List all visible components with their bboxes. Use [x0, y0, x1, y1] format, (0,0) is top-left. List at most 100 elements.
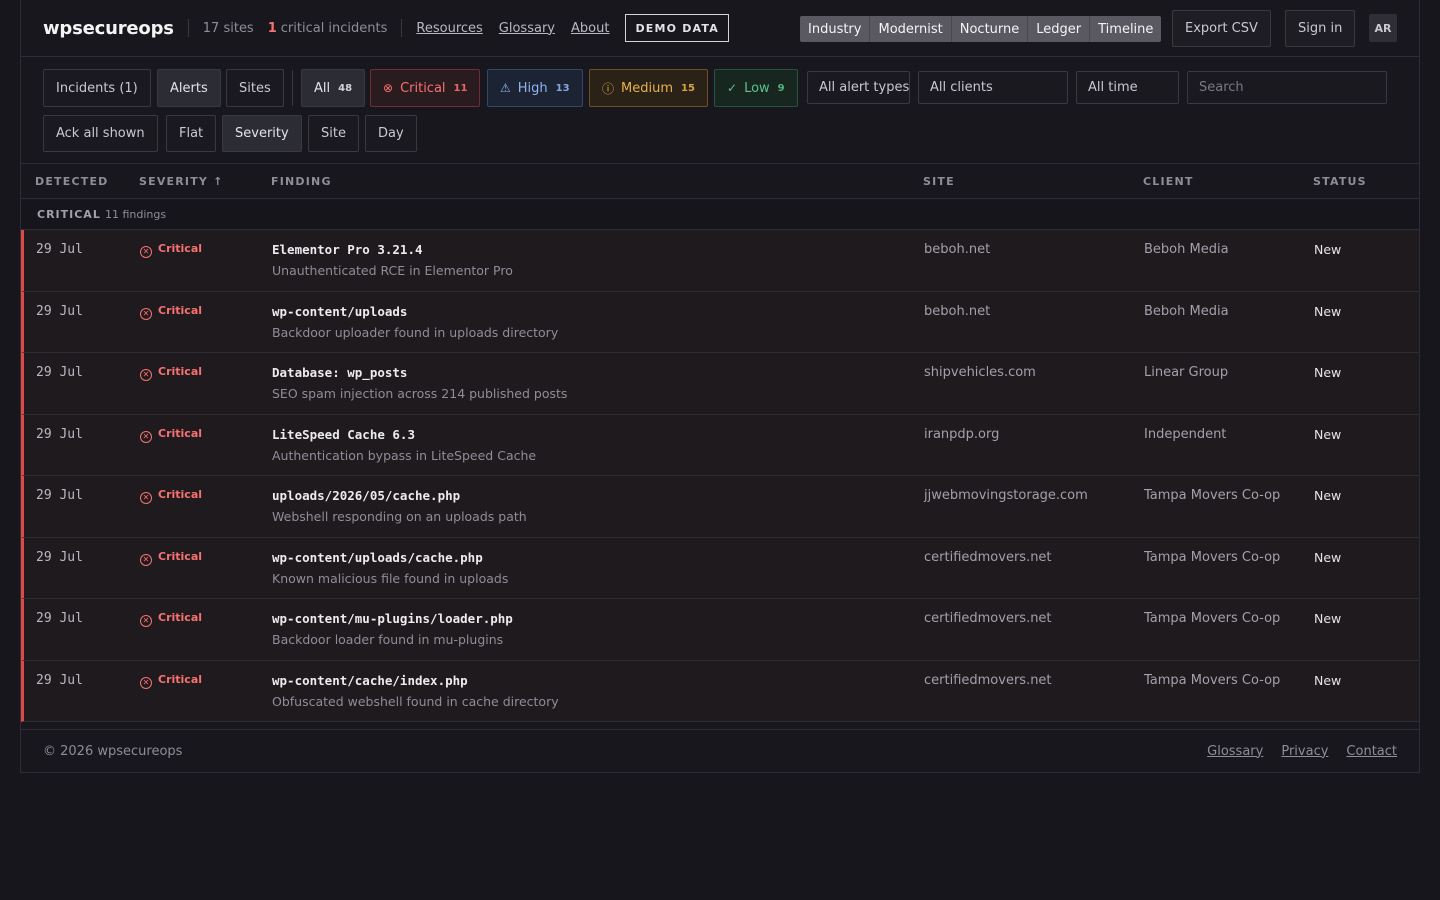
detected-date: 29 Jul [36, 549, 83, 565]
warning-triangle-icon: ⚠ [500, 81, 511, 95]
group-site-button[interactable]: Site [308, 115, 359, 152]
filter-low-count: 9 [777, 82, 785, 94]
finding-description: SEO spam injection across 214 published … [272, 386, 568, 401]
footer-links: Glossary Privacy Contact [1207, 744, 1397, 759]
theme-industry-button[interactable]: Industry [800, 16, 871, 42]
site-name[interactable]: shipvehicles.com [924, 365, 1036, 380]
group-header-critical[interactable]: CRITICAL 11 findings [21, 199, 1419, 230]
finding-title[interactable]: wp-content/uploads [272, 304, 407, 319]
footer-glossary-link[interactable]: Glossary [1207, 744, 1263, 759]
critical-count: 1 [267, 20, 277, 36]
severity-badge: ✕ Critical [140, 488, 202, 504]
footer-privacy-link[interactable]: Privacy [1281, 744, 1328, 759]
column-detected[interactable]: DETECTED [35, 175, 108, 188]
ack-all-button[interactable]: Ack all shown [43, 115, 158, 152]
group-severity-button[interactable]: Severity [222, 115, 302, 152]
alert-type-select[interactable]: All alert types [807, 71, 910, 104]
view-sites-button[interactable]: Sites [226, 69, 284, 107]
finding-title[interactable]: LiteSpeed Cache 6.3 [272, 427, 415, 442]
filter-low-button[interactable]: ✓ Low 9 [714, 69, 798, 107]
site-count: 17 sites [202, 20, 254, 36]
filter-high-button[interactable]: ⚠ High 13 [487, 69, 583, 107]
client-select[interactable]: All clients [918, 71, 1068, 104]
status-label: New [1314, 672, 1342, 688]
finding-description: Backdoor loader found in mu-plugins [272, 632, 504, 647]
client-name: Independent [1144, 426, 1227, 442]
table-row[interactable]: 29 Jul ✕ Critical wp-content/cache/index.ph… [21, 660, 1419, 722]
filter-all-label: All [314, 80, 331, 96]
site-name[interactable]: beboh.net [924, 304, 990, 319]
nav-resources-link[interactable]: Resources [416, 21, 482, 36]
finding-title[interactable]: Database: wp_posts [272, 365, 407, 380]
footer-contact-link[interactable]: Contact [1346, 744, 1397, 759]
demo-data-badge: DEMO DATA [625, 14, 729, 42]
table-row[interactable]: 29 Jul ✕ Critical wp-content/uploads Backdoo… [21, 291, 1419, 353]
finding-description: Known malicious file found in uploads [272, 570, 509, 586]
group-flat-button[interactable]: Flat [166, 115, 217, 152]
nav-about-link[interactable]: About [571, 21, 609, 36]
theme-ledger-button[interactable]: Ledger [1028, 16, 1091, 42]
theme-timeline-button[interactable]: Timeline [1090, 16, 1162, 42]
view-alerts-button[interactable]: Alerts [157, 69, 221, 107]
info-circle-icon: ⓘ [602, 81, 615, 96]
finding-title[interactable]: wp-content/uploads/cache.php [272, 550, 483, 565]
group-day-button[interactable]: Day [365, 115, 417, 152]
detected-date: 29 Jul [36, 672, 83, 688]
divider [401, 19, 403, 37]
site-name[interactable]: iranpdp.org [924, 427, 999, 442]
table-row[interactable]: 29 Jul ✕ Critical LiteSpeed Cache 6.3 Authen… [21, 414, 1419, 476]
theme-nocturne-button[interactable]: Nocturne [951, 16, 1029, 42]
filter-critical-button[interactable]: ⊗ Critical 11 [370, 69, 481, 107]
detected-date: 29 Jul [36, 426, 83, 442]
filter-medium-label: Medium [621, 80, 673, 96]
copyright: © 2026 wpsecureops [43, 743, 183, 759]
column-severity[interactable]: SEVERITY ↑ [139, 175, 224, 188]
table-row[interactable]: 29 Jul ✕ Critical wp-content/uploads/cache.… [21, 537, 1419, 599]
client-name: Beboh Media [1144, 242, 1229, 257]
status-label: New [1314, 549, 1342, 565]
severity-badge: ✕ Critical [140, 304, 202, 320]
table-row[interactable]: 29 Jul ✕ Critical Database: wp_posts SEO spa… [21, 353, 1419, 415]
avatar[interactable]: AR [1369, 14, 1397, 42]
sign-in-button[interactable]: Sign in [1285, 10, 1356, 47]
column-finding[interactable]: FINDING [271, 175, 332, 188]
severity-label: Critical [158, 611, 203, 624]
table-row[interactable]: 29 Jul ✕ Critical uploads/2026/05/cache.php… [21, 476, 1419, 538]
site-name[interactable]: certifiedmovers.net [924, 673, 1052, 688]
column-client[interactable]: CLIENT [1143, 175, 1194, 188]
search-input[interactable]: Search [1187, 71, 1387, 104]
table-row[interactable]: 29 Jul ✕ Critical wp-content/mu-plugins/loa… [21, 599, 1419, 661]
finding-title[interactable]: wp-content/cache/index.php [272, 673, 468, 688]
brand-logo[interactable]: wpsecureops [43, 18, 174, 39]
site-name[interactable]: certifiedmovers.net [924, 550, 1052, 565]
table-row[interactable]: 29 Jul ✕ Critical Elementor Pro 3.21.4 Unaut… [21, 230, 1419, 292]
view-incidents-button[interactable]: Incidents (1) [43, 69, 151, 107]
site-name[interactable]: beboh.net [924, 242, 990, 257]
divider [292, 70, 293, 106]
site-name[interactable]: jjwebmovingstorage.com [924, 488, 1088, 503]
filter-all-button[interactable]: All 48 [301, 69, 366, 107]
filter-medium-button[interactable]: ⓘ Medium 15 [589, 69, 708, 107]
table-header: DETECTED SEVERITY ↑ FINDING SITE CLIENT … [21, 164, 1419, 199]
critical-x-circle-icon: ✕ [140, 615, 152, 627]
critical-x-circle-icon: ✕ [140, 307, 152, 320]
export-csv-button[interactable]: Export CSV [1172, 10, 1271, 47]
critical-x-circle-icon: ⊗ [383, 81, 394, 95]
theme-modernist-button[interactable]: Modernist [870, 16, 952, 42]
group-name: CRITICAL [37, 208, 101, 221]
filter-critical-count: 11 [453, 82, 468, 94]
site-name[interactable]: certifiedmovers.net [924, 611, 1052, 626]
nav-glossary-link[interactable]: Glossary [499, 21, 555, 36]
status-label: New [1314, 365, 1342, 380]
client-name: Linear Group [1144, 365, 1229, 380]
finding-title[interactable]: Elementor Pro 3.21.4 [272, 242, 423, 257]
findings-list: 29 Jul ✕ Critical Elementor Pro 3.21.4 Unaut… [21, 230, 1419, 728]
column-site[interactable]: SITE [923, 175, 955, 188]
column-status[interactable]: STATUS [1313, 175, 1367, 188]
time-range-select[interactable]: All time [1076, 71, 1179, 104]
finding-title[interactable]: wp-content/mu-plugins/loader.php [272, 611, 513, 626]
critical-x-circle-icon: ✕ [140, 430, 152, 443]
status-label: New [1314, 426, 1342, 442]
filter-low-label: Low [744, 80, 770, 96]
finding-title[interactable]: uploads/2026/05/cache.php [272, 488, 460, 503]
